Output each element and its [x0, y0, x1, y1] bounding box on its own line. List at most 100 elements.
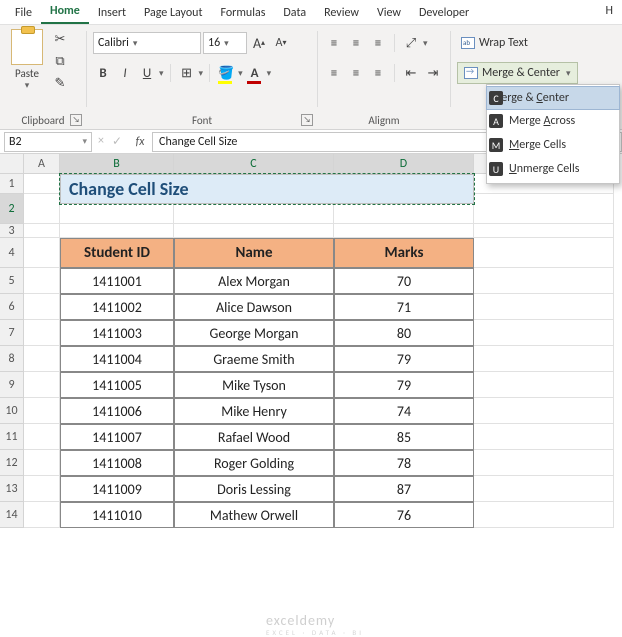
decrease-indent-button[interactable]: ⇤ [401, 63, 421, 83]
col-A[interactable]: A [24, 154, 60, 174]
unmerge-cells-item[interactable]: U Unmerge Cells [487, 157, 619, 181]
tab-formulas[interactable]: Formulas [211, 2, 274, 24]
wrap-text-button[interactable]: Wrap Text [457, 32, 532, 54]
borders-button[interactable]: ⊞ [177, 63, 197, 83]
align-right-button[interactable]: ≡ [368, 63, 388, 83]
cell-marks[interactable]: 74 [334, 398, 474, 424]
row-3[interactable]: 3 [0, 224, 24, 238]
cell-marks[interactable]: 76 [334, 502, 474, 528]
merge-center-button[interactable]: Merge & Center▾ [457, 62, 578, 84]
chevron-down-icon[interactable]: ▾ [25, 80, 30, 91]
cell-id[interactable]: 1411003 [60, 320, 174, 346]
align-left-button[interactable]: ≡ [324, 63, 344, 83]
orientation-dropdown[interactable]: ▾ [423, 38, 428, 49]
header-student-id[interactable]: Student ID [60, 238, 174, 268]
row-2[interactable]: 2 [0, 194, 24, 224]
tab-view[interactable]: View [368, 2, 410, 24]
cell-name[interactable]: Mathew Orwell [174, 502, 334, 528]
merge-cells-item[interactable]: M Merge Cells [487, 133, 619, 157]
decrease-font-button[interactable]: A▾ [271, 33, 291, 53]
font-color-button[interactable]: A [245, 63, 265, 83]
cell-marks[interactable]: 79 [334, 346, 474, 372]
italic-button[interactable]: I [115, 63, 135, 83]
row-7[interactable]: 7 [0, 320, 24, 346]
cell-name[interactable]: Doris Lessing [174, 476, 334, 502]
fill-color-dropdown[interactable]: ▾ [238, 68, 243, 79]
tab-data[interactable]: Data [274, 2, 315, 24]
row-5[interactable]: 5 [0, 268, 24, 294]
tab-developer[interactable]: Developer [410, 2, 478, 24]
row-13[interactable]: 13 [0, 476, 24, 502]
merge-center-item[interactable]: C Merge & Center [486, 86, 620, 110]
underline-button[interactable]: U [137, 63, 157, 83]
font-color-dropdown[interactable]: ▾ [267, 68, 272, 79]
title-merged-cell[interactable]: Change Cell Size [60, 174, 474, 204]
select-all-corner[interactable] [0, 154, 24, 174]
cell-name[interactable]: Mike Tyson [174, 372, 334, 398]
col-C[interactable]: C [174, 154, 334, 174]
cell-marks[interactable]: 79 [334, 372, 474, 398]
chevron-down-icon[interactable]: ▾ [566, 68, 571, 79]
name-box[interactable]: B2▾ [4, 132, 92, 152]
tab-insert[interactable]: Insert [89, 2, 135, 24]
tab-page-layout[interactable]: Page Layout [135, 2, 211, 24]
row-1[interactable]: 1 [0, 174, 24, 194]
font-size-combo[interactable]: 16▾ [203, 32, 247, 54]
align-center-button[interactable]: ≡ [346, 63, 366, 83]
clipboard-dialog-launcher[interactable]: ↘ [70, 114, 82, 126]
row-12[interactable]: 12 [0, 450, 24, 476]
cell-id[interactable]: 1411005 [60, 372, 174, 398]
row-14[interactable]: 14 [0, 502, 24, 528]
font-dialog-launcher[interactable]: ↘ [301, 114, 313, 126]
tab-extra[interactable]: H [597, 0, 622, 22]
borders-dropdown[interactable]: ▾ [199, 68, 204, 79]
increase-font-button[interactable]: A▴ [249, 33, 269, 53]
align-top-button[interactable]: ≡ [324, 33, 344, 53]
cut-button[interactable]: ✂ [50, 29, 70, 49]
tab-review[interactable]: Review [315, 2, 368, 24]
col-D[interactable]: D [334, 154, 474, 174]
cell-marks[interactable]: 87 [334, 476, 474, 502]
col-B[interactable]: B [60, 154, 174, 174]
fill-color-button[interactable]: 🪣 [216, 63, 236, 83]
header-name[interactable]: Name [174, 238, 334, 268]
cell-marks[interactable]: 80 [334, 320, 474, 346]
cell-marks[interactable]: 71 [334, 294, 474, 320]
row-10[interactable]: 10 [0, 398, 24, 424]
cell-marks[interactable]: 78 [334, 450, 474, 476]
tab-file[interactable]: File [6, 2, 41, 24]
fx-icon[interactable]: fx [128, 135, 152, 149]
cell-name[interactable]: Alex Morgan [174, 268, 334, 294]
cell-name[interactable]: Alice Dawson [174, 294, 334, 320]
increase-indent-button[interactable]: ⇥ [423, 63, 443, 83]
cell-id[interactable]: 1411004 [60, 346, 174, 372]
row-6[interactable]: 6 [0, 294, 24, 320]
merge-across-item[interactable]: A Merge Across [487, 109, 619, 133]
align-bottom-button[interactable]: ≡ [368, 33, 388, 53]
cell-name[interactable]: George Morgan [174, 320, 334, 346]
font-name-combo[interactable]: Calibri▾ [93, 32, 201, 54]
cell-marks[interactable]: 85 [334, 424, 474, 450]
cell-id[interactable]: 1411009 [60, 476, 174, 502]
paste-button[interactable]: Paste ▾ [6, 27, 48, 93]
cell-marks[interactable]: 70 [334, 268, 474, 294]
row-8[interactable]: 8 [0, 346, 24, 372]
copy-button[interactable]: ⧉ [50, 51, 70, 71]
row-11[interactable]: 11 [0, 424, 24, 450]
cell-id[interactable]: 1411007 [60, 424, 174, 450]
row-4[interactable]: 4 [0, 238, 24, 268]
cell-name[interactable]: Roger Golding [174, 450, 334, 476]
cell-id[interactable]: 1411008 [60, 450, 174, 476]
cell-id[interactable]: 1411010 [60, 502, 174, 528]
cell-id[interactable]: 1411006 [60, 398, 174, 424]
bold-button[interactable]: B [93, 63, 113, 83]
row-9[interactable]: 9 [0, 372, 24, 398]
orientation-button[interactable]: ⤢ [401, 33, 421, 53]
underline-dropdown[interactable]: ▾ [159, 68, 164, 79]
cell-name[interactable]: Mike Henry [174, 398, 334, 424]
format-painter-button[interactable]: ✎ [50, 73, 70, 93]
cell-id[interactable]: 1411002 [60, 294, 174, 320]
cell-name[interactable]: Rafael Wood [174, 424, 334, 450]
cell-name[interactable]: Graeme Smith [174, 346, 334, 372]
align-middle-button[interactable]: ≡ [346, 33, 366, 53]
